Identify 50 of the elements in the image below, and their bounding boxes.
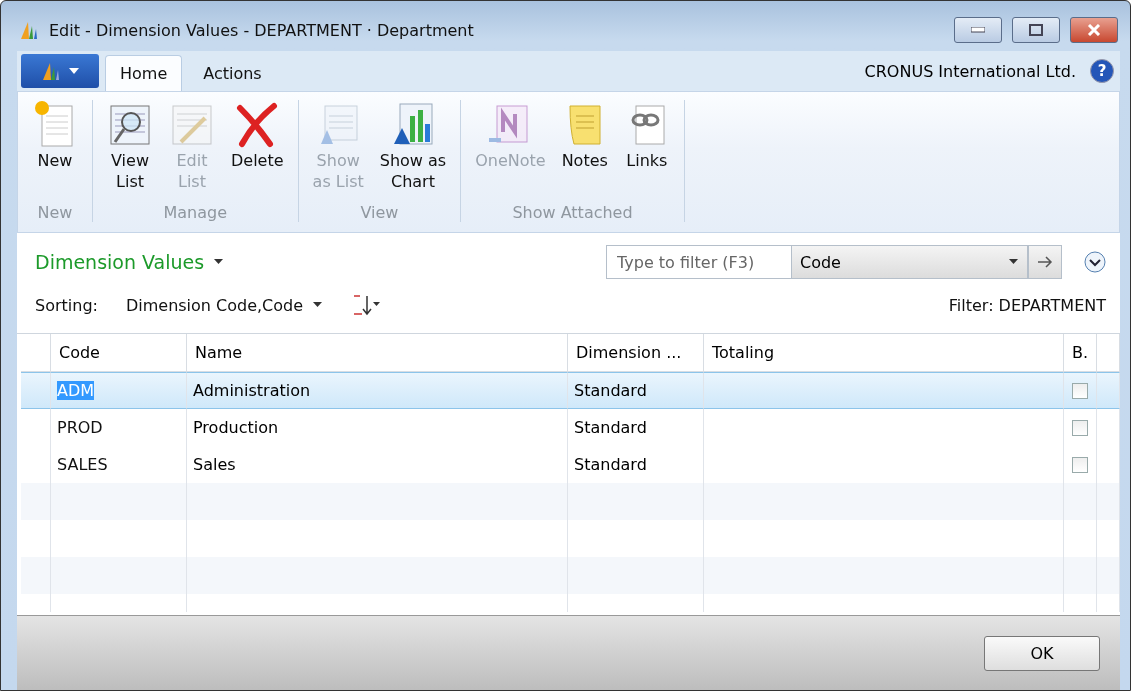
ok-button[interactable]: OK <box>984 635 1100 671</box>
table-cell <box>1064 557 1097 594</box>
table-cell: ADM <box>57 381 95 400</box>
ribbon-action-button[interactable]: New <box>26 100 84 203</box>
sort-direction-icon[interactable] <box>351 294 382 316</box>
group-label: Manage <box>163 203 228 222</box>
ribbon-action-button[interactable]: Links <box>617 100 676 203</box>
group-label: Show Attached <box>512 203 633 222</box>
table-cell <box>21 557 51 594</box>
maximize-button[interactable] <box>1012 17 1060 43</box>
page-title[interactable]: Dimension Values <box>35 251 205 273</box>
filter-field-dropdown[interactable]: Code <box>792 245 1028 279</box>
ribbon-tab[interactable]: Actions <box>188 55 277 91</box>
app-menu-button[interactable] <box>21 54 99 88</box>
checkbox[interactable] <box>1072 382 1088 399</box>
caret-icon[interactable] <box>313 302 324 308</box>
arrow-icon <box>1037 256 1053 268</box>
sorting-label: Sorting: <box>35 295 98 315</box>
checkbox[interactable] <box>1072 456 1088 473</box>
ribbon-action-button[interactable]: Show as Chart <box>373 100 453 203</box>
window-title: Edit - Dimension Values - DEPARTMENT · Department <box>49 20 475 40</box>
table-cell <box>21 483 51 520</box>
filter-text: Filter: DEPARTMENT <box>948 295 1106 315</box>
group-label: View <box>360 203 399 222</box>
table-cell <box>1097 557 1120 594</box>
help-button[interactable]: ? <box>1090 59 1114 83</box>
table-cell: PROD <box>57 418 103 437</box>
ribbon-action-button[interactable]: View List <box>101 100 159 203</box>
ribbon-action-button[interactable]: Delete <box>225 100 290 203</box>
caret-icon[interactable] <box>214 259 225 265</box>
table-cell: SALES <box>57 455 108 474</box>
checkbox[interactable] <box>1072 419 1088 436</box>
minimize-button[interactable] <box>954 17 1002 43</box>
expand-icon[interactable] <box>1084 251 1106 273</box>
caret-icon <box>1009 259 1019 265</box>
group-label: New <box>37 203 73 222</box>
maximize-icon <box>1029 24 1043 36</box>
table-cell: Administration <box>187 372 568 409</box>
table-cell: Standard <box>568 372 704 409</box>
sorting-dropdown[interactable]: Dimension Code,Code <box>125 295 304 315</box>
apply-filter-button[interactable] <box>1028 245 1062 279</box>
table-cell <box>1097 483 1120 520</box>
close-button[interactable] <box>1070 17 1118 43</box>
caret-icon <box>69 68 79 74</box>
company-name: CRONUS International Ltd. <box>864 61 1076 81</box>
close-icon <box>1087 24 1101 36</box>
filter-field[interactable]: Type to filter (F3) <box>606 245 792 279</box>
ribbon-tab[interactable]: Home <box>105 55 183 91</box>
ribbon-action-button[interactable]: Notes <box>555 100 614 203</box>
minimize-icon <box>971 27 985 33</box>
